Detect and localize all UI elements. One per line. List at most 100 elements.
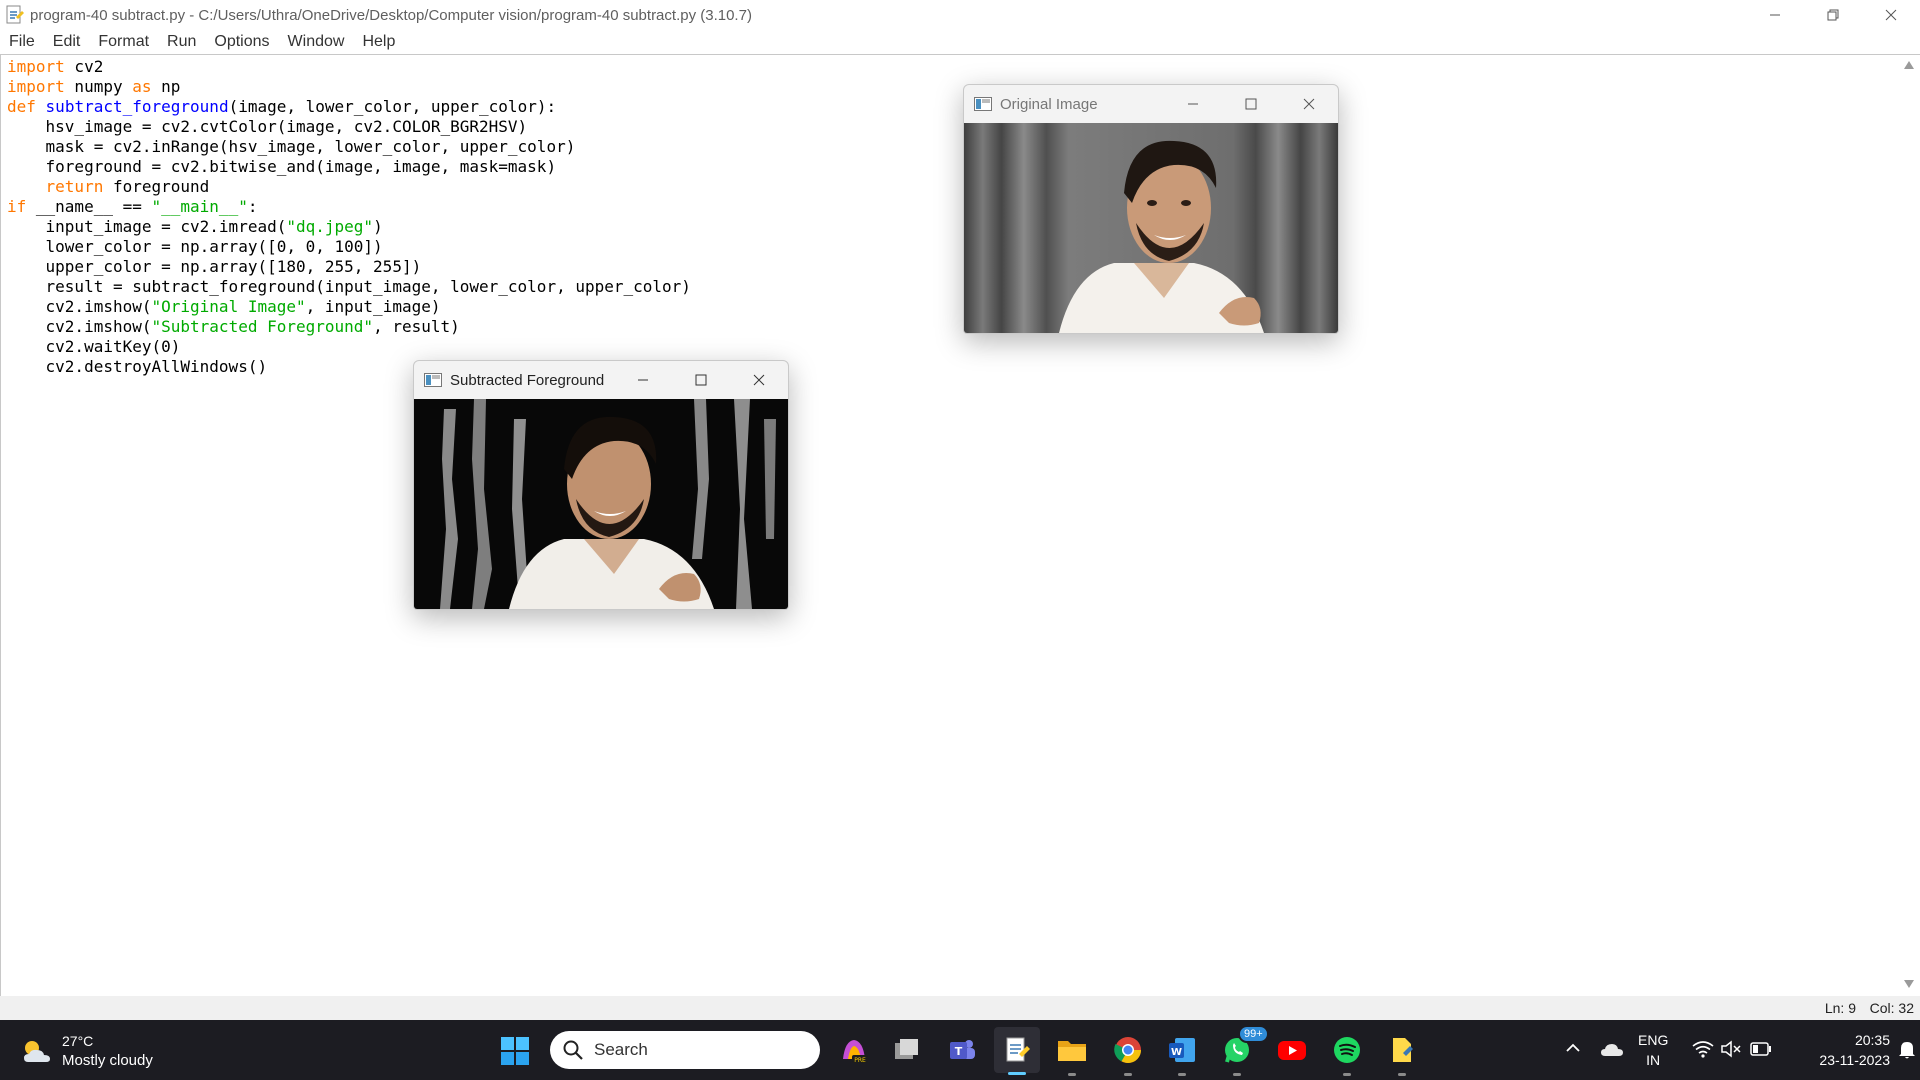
original-image-window[interactable]: Original Image	[963, 84, 1339, 334]
code-token: hsv_image = cv2.cvtColor(image, cv2.COLO…	[7, 117, 528, 136]
minimize-button[interactable]	[1746, 0, 1804, 30]
system-clock[interactable]: 20:35 23-11-2023	[1786, 1030, 1890, 1070]
code-line[interactable]: lower_color = np.array([0, 0, 100])	[7, 237, 383, 256]
opencv-window-icon	[974, 97, 992, 111]
code-line[interactable]: cv2.imshow("Subtracted Foreground", resu…	[7, 317, 460, 336]
code-line[interactable]: cv2.waitKey(0)	[7, 337, 181, 356]
notification-bell-icon[interactable]	[1898, 1040, 1916, 1060]
whatsapp-badge: 99+	[1238, 1025, 1269, 1043]
subtracted-minimize-button[interactable]	[614, 361, 672, 399]
code-editor[interactable]: import cv2 import numpy as np def subtra…	[0, 54, 1899, 997]
weather-condition: Mostly cloudy	[62, 1052, 153, 1069]
scroll-down-icon[interactable]	[1904, 980, 1914, 988]
code-token-kw: as	[132, 77, 152, 96]
menu-options[interactable]: Options	[214, 33, 269, 51]
code-token-kw: if	[7, 197, 27, 216]
menu-format[interactable]: Format	[98, 33, 149, 51]
active-indicator	[1008, 1072, 1026, 1075]
code-line[interactable]: upper_color = np.array([180, 255, 255])	[7, 257, 422, 276]
code-line[interactable]: return foreground	[7, 177, 210, 196]
subtracted-foreground-window[interactable]: Subtracted Foreground	[413, 360, 789, 610]
code-token: cv2.destroyAllWindows()	[7, 357, 268, 376]
window-controls	[1746, 0, 1920, 30]
task-view-icon[interactable]	[890, 1033, 924, 1067]
code-token-str: "Original Image"	[151, 297, 306, 316]
maximize-icon	[695, 374, 707, 386]
code-line[interactable]: foreground = cv2.bitwise_and(image, imag…	[7, 157, 557, 176]
original-close-button[interactable]	[1280, 85, 1338, 123]
file-explorer-icon[interactable]	[1055, 1033, 1089, 1076]
language-indicator[interactable]: ENG IN	[1638, 1030, 1668, 1070]
subtracted-foreground-controls	[614, 361, 788, 399]
close-icon	[753, 374, 765, 386]
code-line[interactable]: result = subtract_foreground(input_image…	[7, 277, 691, 296]
menu-help[interactable]: Help	[362, 33, 395, 51]
code-line[interactable]: cv2.destroyAllWindows()	[7, 357, 268, 376]
code-line[interactable]: def subtract_foreground(image, lower_col…	[7, 97, 556, 116]
menu-bar: File Edit Format Run Options Window Help	[0, 30, 1920, 54]
code-token: upper_color = np.array([180, 255, 255])	[7, 257, 422, 276]
subtracted-maximize-button[interactable]	[672, 361, 730, 399]
python-file-icon[interactable]	[1385, 1033, 1419, 1076]
teams-icon[interactable]: T	[945, 1033, 979, 1067]
chevron-up-icon[interactable]	[1565, 1040, 1581, 1056]
menu-edit[interactable]: Edit	[53, 33, 81, 51]
taskbar-search[interactable]: Search	[550, 1031, 820, 1069]
onedrive-icon[interactable]	[1600, 1042, 1624, 1058]
original-maximize-button[interactable]	[1222, 85, 1280, 123]
weather-widget[interactable]: 27°C Mostly cloudy	[20, 1032, 153, 1070]
window-title: program-40 subtract.py - C:/Users/Uthra/…	[30, 6, 752, 24]
code-text[interactable]: import cv2 import numpy as np def subtra…	[7, 57, 691, 377]
code-line[interactable]: import numpy as np	[7, 77, 180, 96]
maximize-icon	[1245, 98, 1257, 110]
code-token-kw: def	[7, 97, 36, 116]
code-line[interactable]: cv2.imshow("Original Image", input_image…	[7, 297, 441, 316]
line-number: Ln: 9	[1824, 1000, 1856, 1016]
idle-python-icon[interactable]	[994, 1027, 1040, 1075]
svg-text:PRE: PRE	[854, 1057, 866, 1064]
code-line[interactable]: input_image = cv2.imread("dq.jpeg")	[7, 217, 383, 236]
code-line[interactable]: hsv_image = cv2.cvtColor(image, cv2.COLO…	[7, 117, 528, 136]
code-token: :	[247, 197, 258, 216]
wifi-icon[interactable]	[1692, 1040, 1714, 1058]
code-token: cv2.imshow(	[7, 317, 152, 336]
vertical-scrollbar[interactable]	[1898, 54, 1920, 997]
scroll-up-icon[interactable]	[1904, 61, 1914, 69]
restore-button[interactable]	[1804, 0, 1862, 30]
code-line[interactable]: if __name__ == "__main__":	[7, 197, 257, 216]
code-line[interactable]: import cv2	[7, 57, 103, 76]
close-button[interactable]	[1862, 0, 1920, 30]
running-indicator	[1398, 1073, 1406, 1076]
original-minimize-button[interactable]	[1164, 85, 1222, 123]
status-bar: Ln: 9 Col: 32	[0, 996, 1920, 1020]
original-image-controls	[1164, 85, 1338, 123]
battery-icon[interactable]	[1750, 1042, 1772, 1056]
spotify-icon[interactable]	[1330, 1033, 1364, 1076]
youtube-icon[interactable]	[1275, 1033, 1309, 1067]
menu-run[interactable]: Run	[167, 33, 196, 51]
close-icon	[1303, 98, 1315, 110]
original-photo	[964, 123, 1338, 333]
volume-muted-icon[interactable]	[1720, 1040, 1742, 1058]
start-button[interactable]	[500, 1036, 530, 1071]
svg-text:W: W	[1171, 1047, 1182, 1058]
taskbar: 27°C Mostly cloudy Search PRE T W 99+ EN…	[0, 1020, 1920, 1080]
subtracted-close-button[interactable]	[730, 361, 788, 399]
minimize-icon	[1188, 103, 1198, 105]
menu-file[interactable]: File	[9, 33, 35, 51]
whatsapp-icon[interactable]: 99+	[1220, 1025, 1269, 1076]
clock-time: 20:35	[1854, 1032, 1890, 1048]
region-code: IN	[1646, 1052, 1661, 1068]
running-indicator	[1233, 1073, 1241, 1076]
subtracted-foreground-titlebar[interactable]: Subtracted Foreground	[414, 361, 788, 399]
word-icon[interactable]: W	[1165, 1033, 1199, 1076]
original-image-title: Original Image	[1000, 95, 1098, 113]
copilot-pre-icon[interactable]: PRE	[837, 1033, 871, 1067]
code-token-str: "__main__"	[151, 197, 248, 216]
subtracted-foreground-title: Subtracted Foreground	[450, 371, 605, 389]
code-line[interactable]: mask = cv2.inRange(hsv_image, lower_colo…	[7, 137, 576, 156]
chrome-icon[interactable]	[1111, 1033, 1145, 1076]
menu-window[interactable]: Window	[288, 33, 345, 51]
original-image-titlebar[interactable]: Original Image	[964, 85, 1338, 123]
code-token-str: "Subtracted Foreground"	[151, 317, 374, 336]
